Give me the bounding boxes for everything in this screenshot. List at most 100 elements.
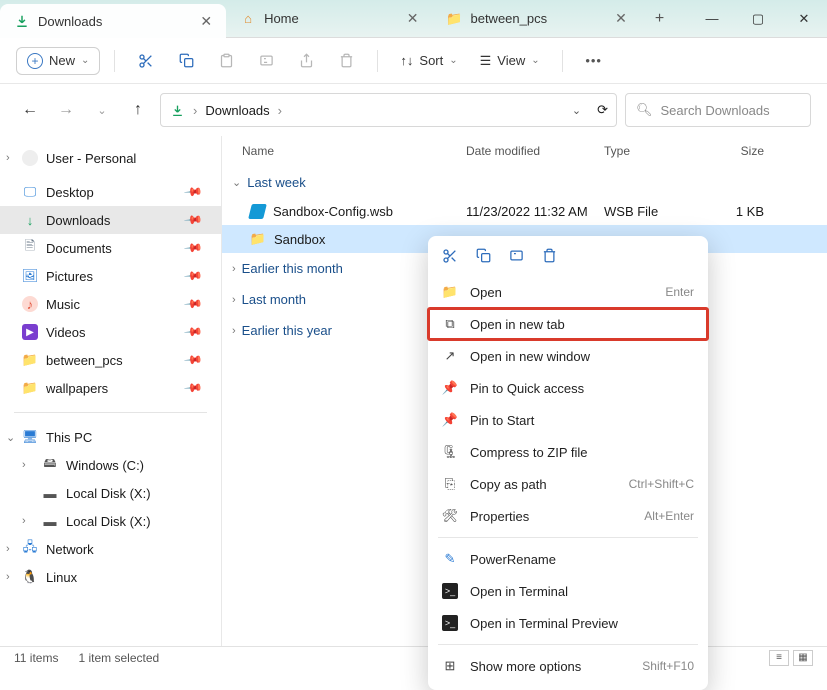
group-lastweek[interactable]: ⌄ Last week xyxy=(222,167,827,198)
chevron-down-icon[interactable]: ⌄ xyxy=(572,104,581,117)
ctx-copy-path[interactable]: ⎘Copy as pathCtrl+Shift+C xyxy=(428,468,708,500)
minimize-button[interactable]: — xyxy=(689,0,735,37)
new-tab-button[interactable]: + xyxy=(641,0,678,37)
window-icon: ↗ xyxy=(442,348,458,364)
folder-icon: 📁 xyxy=(22,352,38,368)
powerrename-icon: ✎ xyxy=(442,551,458,567)
sidebar-item-linux[interactable]: ›🐧Linux xyxy=(0,563,221,591)
ctx-open[interactable]: 📁OpenEnter xyxy=(428,276,708,308)
chevron-down-icon: ⌄ xyxy=(232,176,241,189)
ctx-powerrename[interactable]: ✎PowerRename xyxy=(428,543,708,575)
sidebar-item-videos[interactable]: ▶Videos📌 xyxy=(0,318,221,346)
ctx-pin-quick[interactable]: 📌Pin to Quick access xyxy=(428,372,708,404)
pin-icon: 📌 xyxy=(183,238,203,258)
pin-icon: 📌 xyxy=(442,380,458,396)
file-row[interactable]: Sandbox-Config.wsb 11/23/2022 11:32 AM W… xyxy=(222,198,827,225)
view-icon: ☰ xyxy=(480,53,492,69)
search-input[interactable]: 🔍︎ Search Downloads xyxy=(625,93,811,127)
sidebar: › User - Personal 🖵Desktop📌 ↓Downloads📌 … xyxy=(0,136,222,646)
view-label: View xyxy=(497,53,525,68)
sidebar-item-documents[interactable]: 🖹Documents📌 xyxy=(0,234,221,262)
ctx-terminal-preview[interactable]: >_Open in Terminal Preview xyxy=(428,607,708,639)
sidebar-item-pictures[interactable]: 🖼Pictures📌 xyxy=(0,262,221,290)
cut-button[interactable] xyxy=(129,44,163,78)
col-name[interactable]: Name xyxy=(242,144,466,158)
more-button[interactable]: ••• xyxy=(577,53,611,68)
copy-button[interactable] xyxy=(169,44,203,78)
sidebar-item-label: This PC xyxy=(46,430,92,445)
sidebar-item-thispc[interactable]: ⌄🖥This PC xyxy=(0,423,221,451)
tab-downloads[interactable]: Downloads ✕ xyxy=(0,4,226,38)
ctx-show-more[interactable]: ⊞ Show more options Shift+F10 xyxy=(428,650,708,682)
rename-button[interactable] xyxy=(249,44,283,78)
sidebar-item-drive[interactable]: ›🖴Windows (C:) xyxy=(0,451,221,479)
sidebar-item-desktop[interactable]: 🖵Desktop📌 xyxy=(0,178,221,206)
status-selected: 1 item selected xyxy=(78,651,159,665)
ctx-terminal[interactable]: >_ Open in Terminal xyxy=(428,575,708,607)
terminal-icon: >_ xyxy=(442,583,458,599)
ctx-label: Show more options xyxy=(470,659,581,674)
terminal-icon: >_ xyxy=(442,615,458,631)
paste-button[interactable] xyxy=(209,44,243,78)
sidebar-item-drive[interactable]: ▬Local Disk (X:) xyxy=(0,479,221,507)
plus-icon: + xyxy=(27,53,43,69)
new-button[interactable]: + New ⌄ xyxy=(16,47,100,75)
back-button[interactable]: ← xyxy=(16,96,44,124)
rename-icon[interactable] xyxy=(509,248,524,268)
close-icon[interactable]: ✕ xyxy=(615,10,627,27)
ctx-shortcut: Ctrl+Shift+C xyxy=(629,477,694,491)
ctx-properties[interactable]: 🛠PropertiesAlt+Enter xyxy=(428,500,708,532)
col-type[interactable]: Type xyxy=(604,144,704,158)
videos-icon: ▶ xyxy=(22,324,38,340)
chevron-down-icon: ⌄ xyxy=(531,55,539,66)
chevron-down-icon: ⌄ xyxy=(449,55,457,66)
view-button[interactable]: ☰ View ⌄ xyxy=(472,53,548,69)
breadcrumb[interactable]: Downloads xyxy=(205,103,269,118)
delete-button[interactable] xyxy=(329,44,363,78)
tab-home[interactable]: ⌂ Home ✕ xyxy=(226,0,432,37)
pc-icon: 🖥 xyxy=(22,429,38,445)
share-button[interactable] xyxy=(289,44,323,78)
path-icon: ⎘ xyxy=(442,476,458,492)
close-icon[interactable]: ✕ xyxy=(407,10,419,27)
tab-label: Home xyxy=(264,11,299,26)
forward-button[interactable]: → xyxy=(52,96,80,124)
details-view-button[interactable]: ≡ xyxy=(769,650,789,666)
icons-view-button[interactable]: ▦ xyxy=(793,650,813,666)
cut-icon[interactable] xyxy=(442,248,458,268)
tab-between-pcs[interactable]: 📁 between_pcs ✕ xyxy=(432,0,640,37)
ctx-open-window[interactable]: ↗Open in new window xyxy=(428,340,708,372)
file-name: Sandbox-Config.wsb xyxy=(273,204,393,219)
ctx-compress[interactable]: 🗜Compress to ZIP file xyxy=(428,436,708,468)
delete-icon[interactable] xyxy=(542,248,557,268)
col-size[interactable]: Size xyxy=(704,144,764,158)
chevron-right-icon: › xyxy=(232,294,236,306)
ctx-shortcut: Shift+F10 xyxy=(642,659,694,673)
group-label: Last week xyxy=(247,175,306,190)
folder-icon: 📁 xyxy=(22,380,38,396)
sidebar-item-folder[interactable]: 📁wallpapers📌 xyxy=(0,374,221,402)
file-date: 11/23/2022 11:32 AM xyxy=(466,204,604,219)
ctx-open-tab[interactable]: ⧉Open in new tab xyxy=(428,308,708,340)
maximize-button[interactable]: ▢ xyxy=(735,0,781,37)
close-icon[interactable]: ✕ xyxy=(200,13,212,30)
refresh-button[interactable]: ⟳ xyxy=(597,102,608,118)
sidebar-item-downloads[interactable]: ↓Downloads📌 xyxy=(0,206,221,234)
ctx-label: Open in Terminal xyxy=(470,584,568,599)
tab-icon: ⧉ xyxy=(442,316,458,332)
sidebar-item-drive[interactable]: ›▬Local Disk (X:) xyxy=(0,507,221,535)
ctx-pin-start[interactable]: 📌Pin to Start xyxy=(428,404,708,436)
copy-icon[interactable] xyxy=(476,248,491,268)
more-icon: ⊞ xyxy=(442,658,458,674)
sidebar-item-network[interactable]: ›🖧Network xyxy=(0,535,221,563)
sidebar-item-folder[interactable]: 📁between_pcs📌 xyxy=(0,346,221,374)
up-button[interactable]: ↑ xyxy=(124,96,152,124)
status-items: 11 items xyxy=(14,651,58,665)
sidebar-item-user[interactable]: › User - Personal xyxy=(0,144,221,172)
recent-dropdown[interactable]: ⌄ xyxy=(88,96,116,124)
sort-button[interactable]: ↑↓ Sort ⌄ xyxy=(392,53,465,68)
close-window-button[interactable]: ✕ xyxy=(781,0,827,37)
col-date[interactable]: Date modified xyxy=(466,144,604,158)
sidebar-item-music[interactable]: ♪Music📌 xyxy=(0,290,221,318)
address-bar[interactable]: › Downloads › ⌄ ⟳ xyxy=(160,93,617,127)
